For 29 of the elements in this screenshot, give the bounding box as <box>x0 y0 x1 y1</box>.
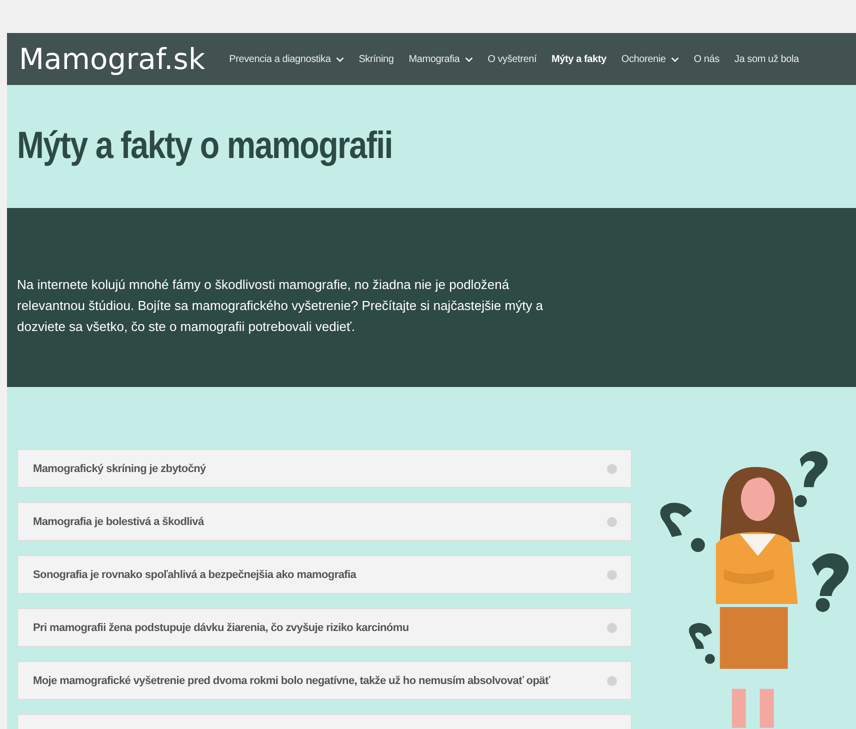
site-logo[interactable]: Mamograf.sk <box>19 42 206 76</box>
expand-icon <box>607 622 618 632</box>
nav-link[interactable]: Skríning <box>358 54 394 64</box>
nav-link[interactable]: Mýty a fakty <box>552 54 606 64</box>
expand-icon <box>607 676 618 686</box>
accordion-item[interactable]: Pri mamografii žena podstupuje dávku žiarenia, čo zvyšuje riziko karcinómu <box>17 608 632 647</box>
accordion-item[interactable]: Mamografický skríning je zbytočný <box>17 449 632 488</box>
expand-icon <box>607 464 618 474</box>
accordion-title: Mamografický skríning je zbytočný <box>33 462 206 474</box>
accordion-title: Mamografia je bolestivá a škodlivá <box>33 516 204 528</box>
nav-link[interactable]: Mamografia <box>408 54 473 64</box>
accordion-title: Sonografia je rovnako spoľahlivá a bezpečnejšia ako mamografia <box>33 568 356 580</box>
nav-link[interactable]: O vyšetrení <box>488 54 537 64</box>
nav-link[interactable]: Ochorenie <box>621 54 679 64</box>
accordion-item[interactable]: Moje mamografické vyšetrenie pred dvoma rokmi bolo negatívne, takže už ho nemusím absolvovať opäť <box>17 661 632 700</box>
accordion-title: Moje mamografické vyšetrenie pred dvoma rokmi bolo negatívne, takže už ho nemusím absolvovať opäť <box>33 674 550 686</box>
expand-icon <box>607 570 618 580</box>
accordion-item[interactable]: Mamografia je bolestivá a škodlivá <box>17 502 632 541</box>
nav-link[interactable]: Ja som už bola <box>734 54 799 64</box>
accordion-item[interactable]: Sonografia je rovnako spoľahlivá a bezpečnejšia ako mamografia <box>17 555 632 594</box>
accordion-title: Pri mamografii žena podstupuje dávku žiarenia, čo zvyšuje riziko karcinómu <box>33 622 409 634</box>
page-title: Mýty a fakty o mamografii <box>17 125 392 168</box>
nav-link[interactable]: Prevencia a diagnostika <box>229 54 344 64</box>
chevron-down-icon <box>670 56 679 62</box>
nav-link[interactable]: O nás <box>694 54 720 64</box>
chevron-down-icon <box>336 56 344 62</box>
chevron-down-icon <box>464 56 473 62</box>
intro-paragraph: Na internete kolujú mnohé fámy o škodlivosti mamografie, no žiadna nie je podložená relevantnou štúdiou. Bojíte sa mamografického vyšetrenie? Prečítajte si najčastejšie mýty a dozviete sa všetko, čo ste o mamografii potrebovali vedieť. <box>17 276 544 336</box>
expand-icon <box>607 516 618 526</box>
